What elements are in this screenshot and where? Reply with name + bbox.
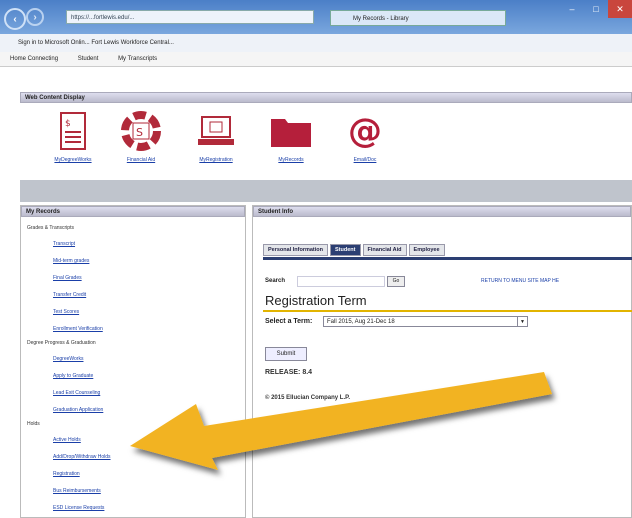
- annotation-arrow-icon: [130, 372, 552, 470]
